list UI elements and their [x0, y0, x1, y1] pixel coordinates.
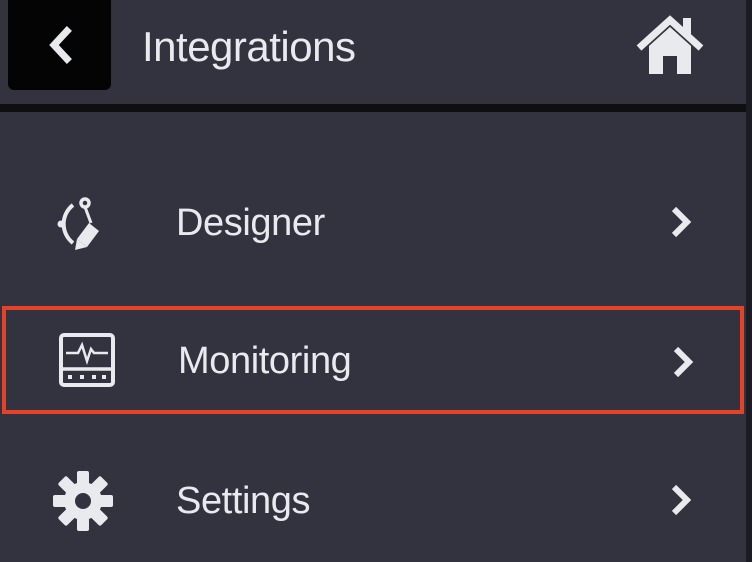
designer-pen-icon: [48, 188, 118, 258]
panel-right-edge: [746, 0, 752, 562]
chevron-right-icon: [666, 480, 696, 520]
menu-item-label: Monitoring: [178, 340, 352, 382]
page-title: Integrations: [142, 23, 356, 70]
chevron-right-icon: [666, 202, 696, 242]
panel-header: Integrations: [0, 0, 746, 104]
header-divider: [0, 104, 746, 112]
home-icon: [636, 15, 704, 74]
back-button[interactable]: [8, 0, 111, 90]
chevron-right-icon: [668, 342, 698, 382]
menu-item-monitoring[interactable]: Monitoring: [2, 306, 744, 414]
chevron-left-icon: [48, 26, 72, 64]
monitor-pulse-icon: [52, 326, 122, 396]
navigation-panel: Integrations Designer Monitoring Setting…: [0, 0, 746, 562]
menu-item-designer[interactable]: Designer: [0, 168, 746, 276]
menu-item-label: Designer: [176, 202, 325, 244]
menu-item-settings[interactable]: Settings: [0, 446, 746, 554]
home-button[interactable]: [632, 12, 708, 78]
gear-icon: [48, 466, 118, 536]
menu-item-label: Settings: [176, 480, 311, 522]
